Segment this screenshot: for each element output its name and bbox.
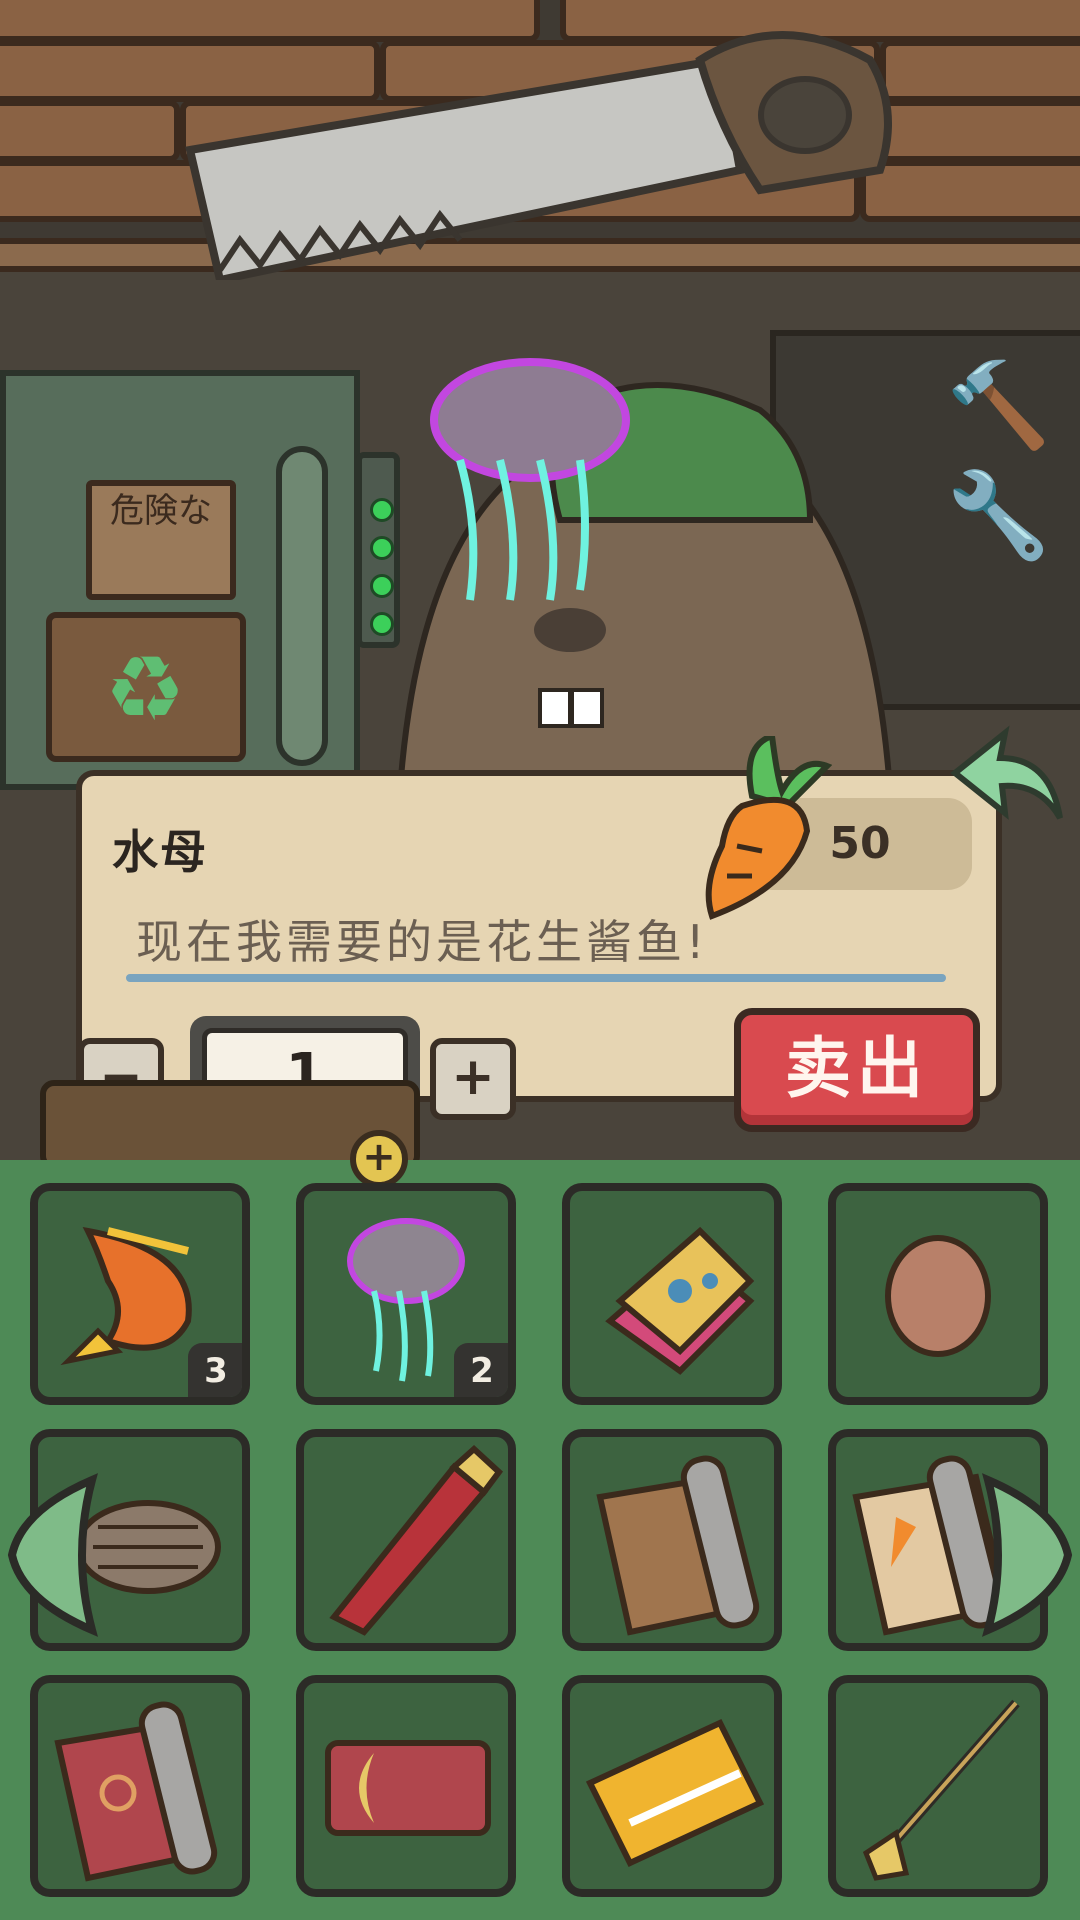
item-count: 3 [188,1343,242,1397]
add-slot-button[interactable]: + [350,1130,408,1188]
increase-button[interactable]: + [430,1038,516,1120]
inventory-slot[interactable] [828,1675,1048,1897]
danger-sign: 危険な [86,480,236,600]
recycle-icon: ♻ [104,637,186,742]
wall-plank [880,40,1080,102]
hammer-icon: 🔨 [946,356,1051,454]
item-name: 水母 [112,825,208,879]
danger-sign-text: 危険な [110,491,212,531]
prev-page-arrow-icon[interactable] [2,1470,100,1640]
next-page-arrow-icon[interactable] [980,1470,1078,1640]
back-arrow-icon[interactable] [950,718,1080,828]
sell-button[interactable]: 卖出 [734,1008,980,1132]
request-message: 现在我需要的是花生酱鱼! [136,915,709,969]
item-count: 2 [454,1343,508,1397]
saw-icon [185,31,892,280]
paper-roll-icon [596,1455,760,1636]
wrench-icon: 🔧 [946,466,1051,564]
jellyfish-on-head-icon [430,358,630,601]
egg-icon [885,1235,991,1357]
sell-dialog: 水母 50 现在我需要的是花生酱鱼! − 1 + 卖出 [76,736,1002,1134]
patterned-cloth-icon [605,1226,755,1375]
inventory-slot[interactable] [562,1675,782,1897]
inventory-slot[interactable] [30,1675,250,1897]
vip-card-icon [585,1719,765,1867]
carrot-currency-icon [705,736,832,920]
moon-ticket-icon [325,1740,491,1836]
message-underline [126,974,946,982]
inventory-slot[interactable] [296,1429,516,1651]
thermometer-tube [276,446,328,766]
inventory-slot[interactable]: 3 [30,1183,250,1405]
fishing-rod-icon [862,1699,1020,1881]
inventory-slot[interactable] [562,1183,782,1405]
inventory-slot[interactable]: 2 [296,1183,516,1405]
inventory-slot[interactable] [562,1429,782,1651]
red-scroll-icon [54,1701,218,1882]
inventory-slot[interactable] [296,1675,516,1897]
pen-icon [329,1444,504,1636]
wall-plank [0,100,180,162]
inventory-slot[interactable] [828,1183,1048,1405]
